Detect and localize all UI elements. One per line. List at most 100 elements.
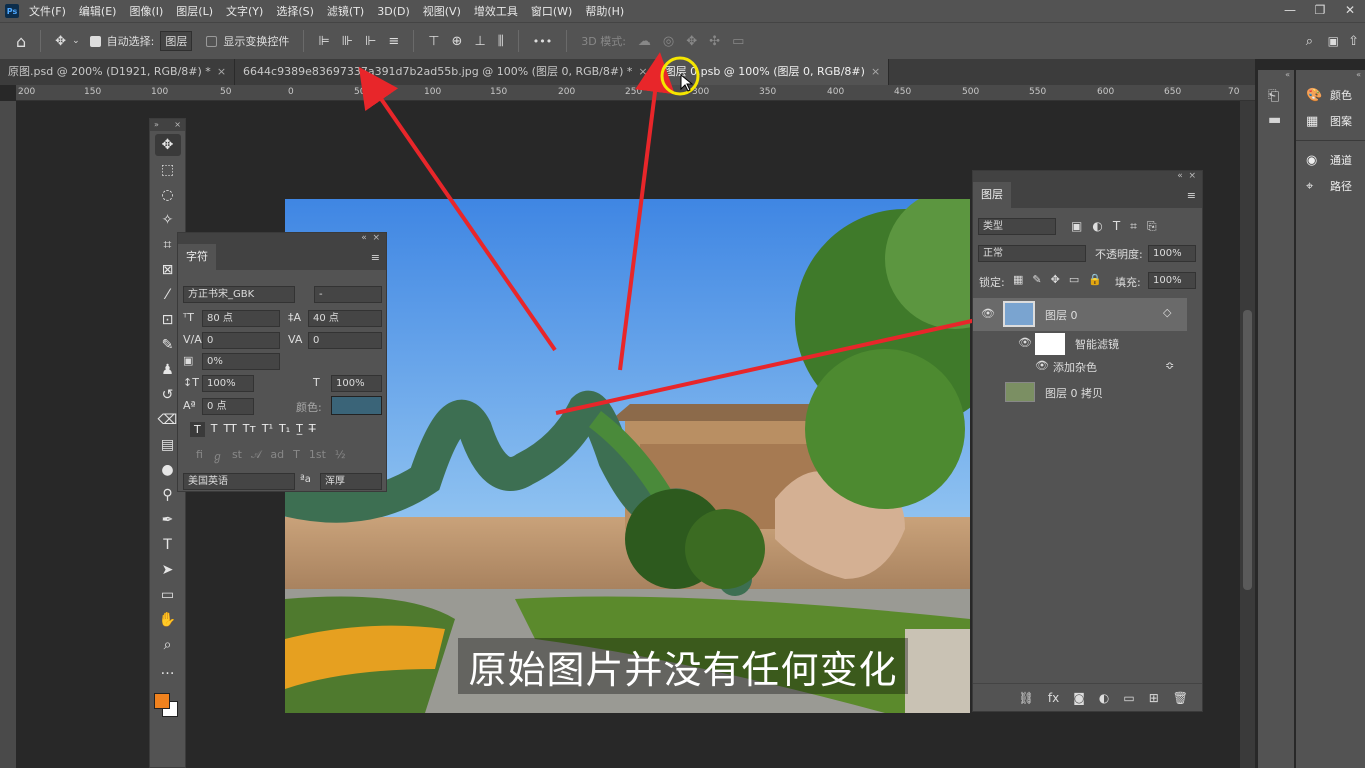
scrollbar-thumb[interactable] xyxy=(1243,310,1252,590)
layer-thumbnail xyxy=(1003,301,1035,327)
eye-icon[interactable]: 👁 xyxy=(981,307,995,320)
fill-label: 填充: xyxy=(1115,276,1141,289)
path-select-tool[interactable]: ➤ xyxy=(155,559,181,581)
new-group-icon[interactable]: ▭ xyxy=(1123,691,1134,705)
ordinals-button[interactable]: 1st xyxy=(309,448,326,464)
underline-button[interactable]: T̲ xyxy=(296,422,303,437)
horizontal-scale-field[interactable]: 100% xyxy=(331,375,382,392)
type-filter-icon[interactable]: T xyxy=(1113,219,1120,234)
opacity-label: 不透明度: xyxy=(1095,248,1143,261)
tab-layers[interactable]: 图层 xyxy=(973,182,1011,208)
ligature-button[interactable]: ﬁ xyxy=(196,448,203,464)
lock-pixels-icon[interactable]: ✎ xyxy=(1032,273,1041,286)
language-select[interactable]: 美国英语 xyxy=(183,473,295,490)
lock-transparency-icon[interactable]: ▦ xyxy=(1013,273,1023,286)
history-icon[interactable]: ⎗ xyxy=(1258,82,1294,110)
tracking-field[interactable]: 0 xyxy=(308,332,382,349)
opacity-field[interactable]: 100% xyxy=(1148,245,1196,262)
add-mask-icon[interactable]: ◙ xyxy=(1073,691,1085,705)
panel-header: « × xyxy=(973,171,1202,182)
lasso-tool[interactable]: ◌ xyxy=(155,184,181,206)
layer-row[interactable]: 图层 0 拷贝 xyxy=(973,377,1188,407)
subscript-button[interactable]: T₁ xyxy=(279,422,290,437)
swash-button[interactable]: ℊ xyxy=(212,448,223,464)
stylistic-button[interactable]: st xyxy=(232,448,242,464)
font-family-select[interactable]: 方正书宋_GBK xyxy=(183,286,295,303)
vertical-scale-field[interactable]: 100% xyxy=(202,375,254,392)
lock-all-icon[interactable]: 🔒 xyxy=(1088,273,1102,286)
smartobject-filter-icon[interactable]: ⎘ xyxy=(1147,219,1157,234)
font-size-field[interactable]: 80 点 xyxy=(202,310,280,327)
panel-header: « × xyxy=(178,233,386,244)
all-caps-button[interactable]: TT xyxy=(223,422,236,437)
comments-icon[interactable]: ▬ xyxy=(1258,110,1294,130)
panel-patterns[interactable]: ▦ 图案 xyxy=(1296,108,1365,134)
delete-layer-icon[interactable]: 🗑 xyxy=(1173,691,1188,705)
hand-tool[interactable]: ✋ xyxy=(155,609,181,631)
panel-header: » × xyxy=(150,119,185,131)
kerning-field[interactable]: 0 xyxy=(202,332,280,349)
fractions-button[interactable]: ½ xyxy=(335,448,346,464)
smart-filters-row[interactable]: 👁 智能滤镜 xyxy=(973,331,1188,355)
adjustment-filter-icon[interactable]: ◐ xyxy=(1092,219,1102,234)
filter-row[interactable]: 👁 添加杂色 ≎ xyxy=(973,355,1188,377)
more-tools[interactable]: … xyxy=(155,659,181,681)
leading-field[interactable]: 40 点 xyxy=(308,310,382,327)
link-layers-icon[interactable]: ⛓ xyxy=(1019,691,1034,705)
panel-menu-icon[interactable]: ≡ xyxy=(371,251,386,264)
text-color-swatch[interactable] xyxy=(331,396,382,415)
kerning-icon: V/A xyxy=(183,333,202,346)
annotation-arrow xyxy=(358,66,557,352)
lock-position-icon[interactable]: ✥ xyxy=(1051,273,1060,286)
pixel-filter-icon[interactable]: ▣ xyxy=(1071,219,1082,234)
small-caps-button[interactable]: Tт xyxy=(243,422,256,437)
collapse-icon[interactable]: « xyxy=(1258,70,1294,82)
panel-channels[interactable]: ◉ 通道 xyxy=(1296,147,1365,173)
font-style-select[interactable]: - xyxy=(314,286,382,303)
ordinal-button[interactable]: T xyxy=(293,448,300,464)
pen-tool[interactable]: ✒ xyxy=(155,509,181,531)
titling-button[interactable]: ad xyxy=(270,448,284,464)
fill-field[interactable]: 100% xyxy=(1148,272,1196,289)
close-icon[interactable]: × xyxy=(174,119,181,131)
panel-menu-icon[interactable]: ≡ xyxy=(1187,189,1202,202)
shape-filter-icon[interactable]: ⌗ xyxy=(1130,219,1137,234)
marquee-tool[interactable]: ⬚ xyxy=(155,159,181,181)
annotation-arrow xyxy=(618,52,675,371)
alternates-button[interactable]: 𝒜 xyxy=(251,448,261,464)
lock-artboard-icon[interactable]: ▭ xyxy=(1069,273,1079,286)
faux-bold-button[interactable]: T xyxy=(190,422,205,437)
panel-label: 颜色 xyxy=(1330,89,1352,102)
superscript-button[interactable]: T¹ xyxy=(262,422,273,437)
fx-button[interactable]: fx xyxy=(1048,691,1059,705)
faux-italic-button[interactable]: T xyxy=(211,422,218,437)
panel-paths[interactable]: ⌖ 路径 xyxy=(1296,173,1365,199)
anti-alias-select[interactable]: 浑厚 xyxy=(320,473,382,490)
eye-icon[interactable]: 👁 xyxy=(1035,359,1049,372)
type-tool[interactable]: T xyxy=(155,534,181,556)
palette-icon: 🎨 xyxy=(1306,87,1323,103)
collapse-icon[interactable]: » xyxy=(154,119,159,131)
collapse-icon[interactable]: « xyxy=(1296,70,1365,82)
filter-mask-thumbnail xyxy=(1035,333,1065,355)
eye-icon[interactable]: 👁 xyxy=(1018,336,1032,349)
foreground-color-swatch[interactable] xyxy=(154,693,170,709)
magic-wand-tool[interactable]: ✧ xyxy=(155,209,181,231)
new-layer-icon[interactable]: ⊞ xyxy=(1149,691,1159,705)
move-tool[interactable]: ✥ xyxy=(154,134,181,156)
layer-thumbnail xyxy=(1005,382,1035,402)
filter-options-icon[interactable]: ≎ xyxy=(1165,359,1174,372)
panel-color[interactable]: 🎨 颜色 xyxy=(1296,82,1365,108)
adjustment-layer-icon[interactable]: ◐ xyxy=(1099,691,1109,705)
layers-footer: ⛓ fx ◙ ◐ ▭ ⊞ 🗑 xyxy=(973,683,1202,711)
layer-filter-select[interactable]: 类型 xyxy=(978,218,1056,235)
tab-character[interactable]: 字符 xyxy=(178,244,216,270)
layers-panel: « × 图层 ≡ 类型 ▣ ◐ T ⌗ ⎘ 正常 不透明度: 100% 锁定: ▦… xyxy=(972,170,1203,712)
layer-row[interactable]: 👁 图层 0 ◇ xyxy=(973,298,1187,331)
zoom-tool[interactable]: ⌕ xyxy=(155,634,181,656)
shape-tool[interactable]: ▭ xyxy=(155,584,181,606)
strikethrough-button[interactable]: T̶ xyxy=(309,422,316,437)
tsume-field[interactable]: 0% xyxy=(202,353,280,370)
baseline-shift-field[interactable]: 0 点 xyxy=(202,398,254,415)
blend-mode-select[interactable]: 正常 xyxy=(978,245,1086,262)
